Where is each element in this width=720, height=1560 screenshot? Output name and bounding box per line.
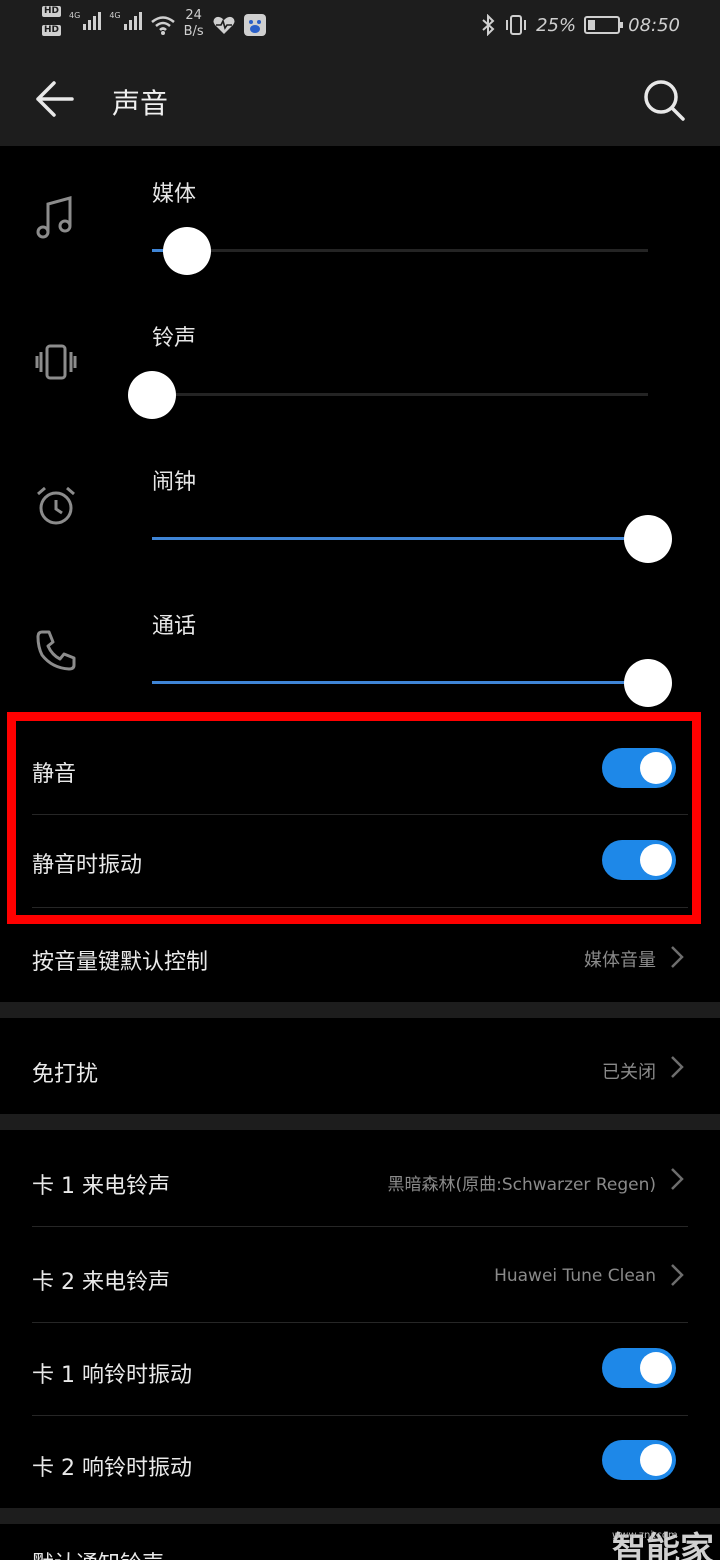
chevron-right-icon (671, 1168, 684, 1190)
volume-label: 闹钟 (152, 470, 197, 495)
phone-icon (36, 630, 76, 671)
slider-thumb[interactable] (624, 659, 672, 707)
highlight-box (7, 712, 701, 924)
sim1-ringtone-label: 卡 1 来电铃声 (32, 1174, 170, 1199)
volume-ringtone: 铃声 (0, 290, 720, 434)
search-icon[interactable] (640, 76, 688, 124)
slider-thumb[interactable] (128, 371, 176, 419)
status-bar: HD HD 4G 4G 24 B/s 25% 08:50 (0, 0, 720, 52)
sim2-ringtone-row[interactable]: 卡 2 来电铃声 Huawei Tune Clean (32, 1227, 688, 1322)
app-bar: 声音 (0, 52, 720, 146)
volume-key-value: 媒体音量 (584, 950, 656, 971)
sim1-vibrate-row[interactable]: 卡 1 响铃时振动 (32, 1323, 688, 1415)
back-arrow-icon[interactable] (30, 76, 80, 122)
vibrate-icon (35, 344, 77, 380)
vibrate-mode-icon (506, 15, 527, 35)
volume-key-row[interactable]: 按音量键默认控制 媒体音量 (32, 924, 688, 1002)
sim2-vibrate-row[interactable]: 卡 2 响铃时振动 (32, 1416, 688, 1508)
signal-icon: 4G (109, 12, 142, 30)
volume-call: 通话 (0, 578, 720, 722)
chevron-right-icon (671, 1264, 684, 1286)
sim2-ringtone-value: Huawei Tune Clean (494, 1266, 656, 1286)
hd-badge: HD (42, 25, 62, 36)
default-notification-label: 默认通知铃声 (32, 1546, 164, 1560)
chevron-right-icon (671, 946, 684, 968)
health-heart-icon (213, 16, 235, 34)
default-notification-row[interactable]: 默认通知铃声 (32, 1524, 688, 1560)
volume-key-label: 按音量键默认控制 (32, 950, 209, 975)
volume-label: 通话 (152, 614, 197, 639)
sim2-vibrate-toggle[interactable] (602, 1440, 676, 1480)
watermark-url: www.znj.com (612, 1530, 678, 1541)
dnd-label: 免打扰 (32, 1062, 99, 1087)
signal-icon: 4G (69, 12, 102, 30)
sim2-vibrate-label: 卡 2 响铃时振动 (32, 1456, 192, 1481)
volume-slider[interactable] (128, 371, 648, 419)
chevron-right-icon (671, 1056, 684, 1078)
sim1-ringtone-row[interactable]: 卡 1 来电铃声 黑暗森林(原曲:Schwarzer Regen) (32, 1130, 688, 1226)
volume-label: 媒体 (152, 182, 197, 207)
sim1-ringtone-value: 黑暗森林(原曲:Schwarzer Regen) (387, 1175, 656, 1195)
sim2-ringtone-label: 卡 2 来电铃声 (32, 1270, 170, 1295)
wifi-icon (150, 16, 175, 35)
sim1-vibrate-label: 卡 1 响铃时振动 (32, 1363, 192, 1388)
hd-badge: HD (42, 6, 62, 17)
music-note-icon (36, 196, 72, 239)
volume-slider[interactable] (152, 515, 672, 563)
volume-media: 媒体 (0, 146, 720, 290)
page-title: 声音 (112, 87, 169, 120)
battery-percent: 25% (536, 14, 577, 36)
net-speed: 24 B/s (183, 8, 204, 39)
volume-slider[interactable] (152, 659, 672, 707)
clock: 08:50 (628, 14, 680, 36)
slider-thumb[interactable] (162, 227, 211, 275)
section-gap (0, 1114, 720, 1130)
volume-slider[interactable] (152, 227, 648, 275)
battery-icon (584, 16, 624, 34)
dnd-row[interactable]: 免打扰 已关闭 (32, 1018, 688, 1114)
dnd-value: 已关闭 (602, 1062, 656, 1083)
slider-thumb[interactable] (624, 515, 672, 563)
baidu-app-icon (243, 14, 266, 36)
sim1-vibrate-toggle[interactable] (602, 1348, 676, 1388)
section-gap (0, 1002, 720, 1018)
bluetooth-icon (482, 14, 495, 36)
watermark: 智能家 (612, 1530, 714, 1560)
volume-alarm: 闹钟 (0, 434, 720, 578)
volume-label: 铃声 (152, 326, 197, 351)
alarm-clock-icon (37, 486, 75, 525)
